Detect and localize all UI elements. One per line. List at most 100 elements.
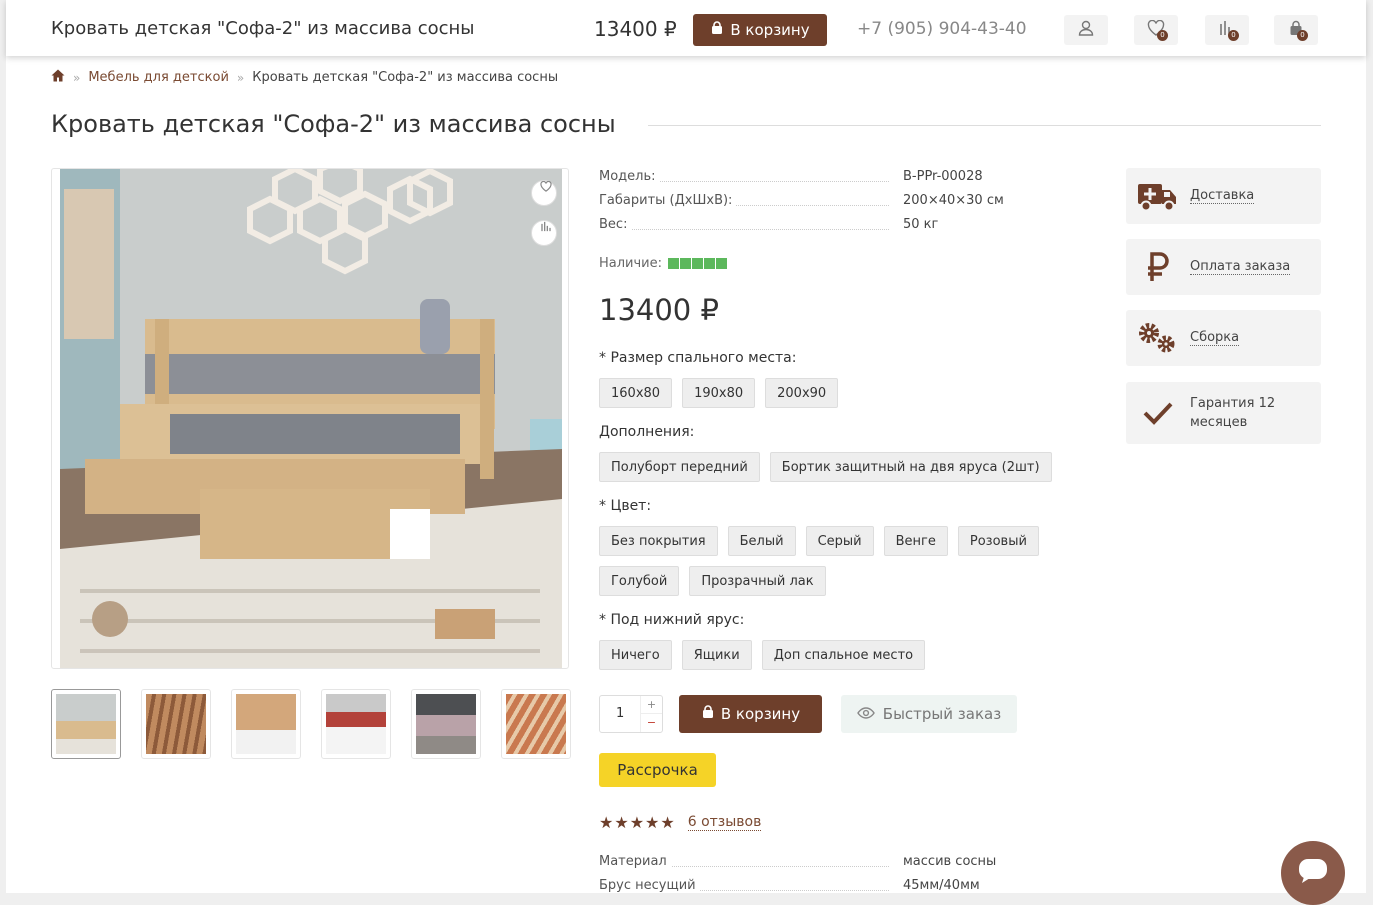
info-box-payment[interactable]: Оплата заказа [1126,239,1321,295]
quantity-input[interactable]: 1 [616,706,624,721]
attribute-value: 45мм/40мм [903,878,980,893]
option-button[interactable]: Розовый [957,526,1039,556]
rating: ★★★★★ 6 отзывов [599,813,762,832]
wishlist-count-badge: 0 [1157,30,1168,41]
compare-button[interactable]: 0 [1205,15,1249,45]
thumbnail[interactable] [231,689,301,759]
thumbnail-image [506,694,566,754]
option-group-label: * Цвет: [599,498,652,514]
breadcrumb-category-link[interactable]: Мебель для детской [88,70,229,85]
quick-order-button[interactable]: Быстрый заказ [841,695,1017,733]
header-add-to-cart-button[interactable]: В корзину [693,14,827,46]
sticky-header: Кровать детская "Софа-2" из массива сосн… [6,0,1366,56]
reviews-link[interactable]: 6 отзывов [687,814,762,831]
quick-order-label: Быстрый заказ [882,705,1002,723]
image-compare-button[interactable] [531,220,557,246]
option-button[interactable]: Венге [883,526,948,556]
header-add-to-cart-label: В корзину [730,21,810,39]
thumbnail-image [56,694,116,754]
option-button[interactable]: 200x90 [765,378,839,408]
attribute-row: Материал массив сосны [599,854,1059,872]
info-box-delivery[interactable]: Доставка [1126,168,1321,224]
eye-icon [856,705,875,723]
thumbnail[interactable] [141,689,211,759]
rating-stars-icon: ★★★★★ [599,813,676,832]
availability: Наличие: [599,256,728,271]
spec-row: Габариты (ДхШхВ): 200×40×30 см [599,193,1059,211]
home-icon[interactable] [51,69,65,86]
cart-button[interactable]: 0 [1274,15,1318,45]
spec-value: 200×40×30 см [903,193,1004,208]
option-button[interactable]: Белый [727,526,796,556]
option-button[interactable]: Голубой [599,566,680,596]
quantity-minus-button[interactable]: − [640,714,662,732]
thumbnail[interactable] [411,689,481,759]
spec-value: 50 кг [903,217,939,232]
thumbnail-strip [51,689,571,759]
delivery-truck-icon [1126,180,1190,212]
compare-count-badge: 0 [1228,30,1239,41]
option-button[interactable]: Полуборт передний [599,452,760,482]
option-button[interactable]: Серый [805,526,874,556]
option-group-lower-tier: Ничего Ящики Доп спальное место [599,640,1119,670]
option-group-label: Дополнения: [599,424,695,440]
option-group-additions: Полуборт передний Бортик защитный на двя… [599,452,1119,482]
ruble-icon [1126,251,1190,283]
option-button[interactable]: 160x80 [599,378,673,408]
bed-photo [60,169,562,668]
breadcrumb-separator-icon: » [73,70,81,85]
gears-icon [1126,321,1190,355]
checkmark-icon [1126,400,1190,426]
option-button[interactable]: 190x80 [682,378,756,408]
info-box-label: Доставка [1190,188,1255,204]
add-to-cart-label: В корзину [720,705,801,723]
breadcrumb-current: Кровать детская "Софа-2" из массива сосн… [252,70,559,85]
attribute-row: Брус несущий 45мм/40мм [599,878,1059,896]
thumbnail[interactable] [321,689,391,759]
user-icon [1077,19,1095,41]
thumbnail-image [326,694,386,754]
bag-icon [701,705,715,723]
availability-label: Наличие: [599,256,663,271]
thumbnail-image [146,694,206,754]
product-main-image[interactable] [51,168,569,669]
chat-widget-button[interactable] [1281,841,1345,905]
info-box-label: Сборка [1190,330,1240,346]
header-phone[interactable]: +7 (905) 904-43-40 [857,19,1027,39]
spec-key: Модель: [599,169,660,184]
option-button[interactable]: Бортик защитный на двя яруса (2шт) [769,452,1052,482]
spec-row: Вес: 50 кг [599,217,1059,235]
thumbnail-image [236,694,296,754]
attribute-key: Материал [599,854,671,869]
page-title: Кровать детская "Софа-2" из массива сосн… [51,110,616,138]
option-button[interactable]: Прозрачный лак [689,566,826,596]
breadcrumb-separator-icon: » [236,70,245,85]
spec-key: Габариты (ДхШхВ): [599,193,737,208]
option-button[interactable]: Без покрытия [599,526,718,556]
option-button[interactable]: Ничего [599,640,672,670]
add-to-cart-button[interactable]: В корзину [679,695,822,733]
cart-count-badge: 0 [1297,30,1308,41]
info-box-assembly[interactable]: Сборка [1126,310,1321,366]
option-group-label: * Под нижний ярус: [599,612,745,628]
installment-button[interactable]: Рассрочка [599,753,716,787]
option-button[interactable]: Доп спальное место [761,640,926,670]
option-group-label: * Размер спального места: [599,350,797,366]
spec-key: Вес: [599,217,632,232]
spec-row: Модель: B-PPr-00028 [599,169,1059,187]
quantity-plus-button[interactable]: + [640,696,662,714]
thumbnail[interactable] [501,689,571,759]
title-divider [648,125,1321,126]
account-button[interactable] [1064,15,1108,45]
breadcrumb: » Мебель для детской » Кровать детская "… [51,69,558,86]
product-price: 13400 ₽ [599,293,719,327]
image-wishlist-button[interactable] [531,180,557,206]
thumbnail[interactable] [51,689,121,759]
header-price: 13400 ₽ [594,17,677,41]
header-product-title: Кровать детская "Софа-2" из массива сосн… [51,18,475,39]
option-button[interactable]: Ящики [681,640,752,670]
info-box-warranty: Гарантия 12 месяцев [1126,382,1321,444]
thumbnail-image [416,694,476,754]
bag-icon [710,21,724,39]
wishlist-button[interactable]: 0 [1134,15,1178,45]
